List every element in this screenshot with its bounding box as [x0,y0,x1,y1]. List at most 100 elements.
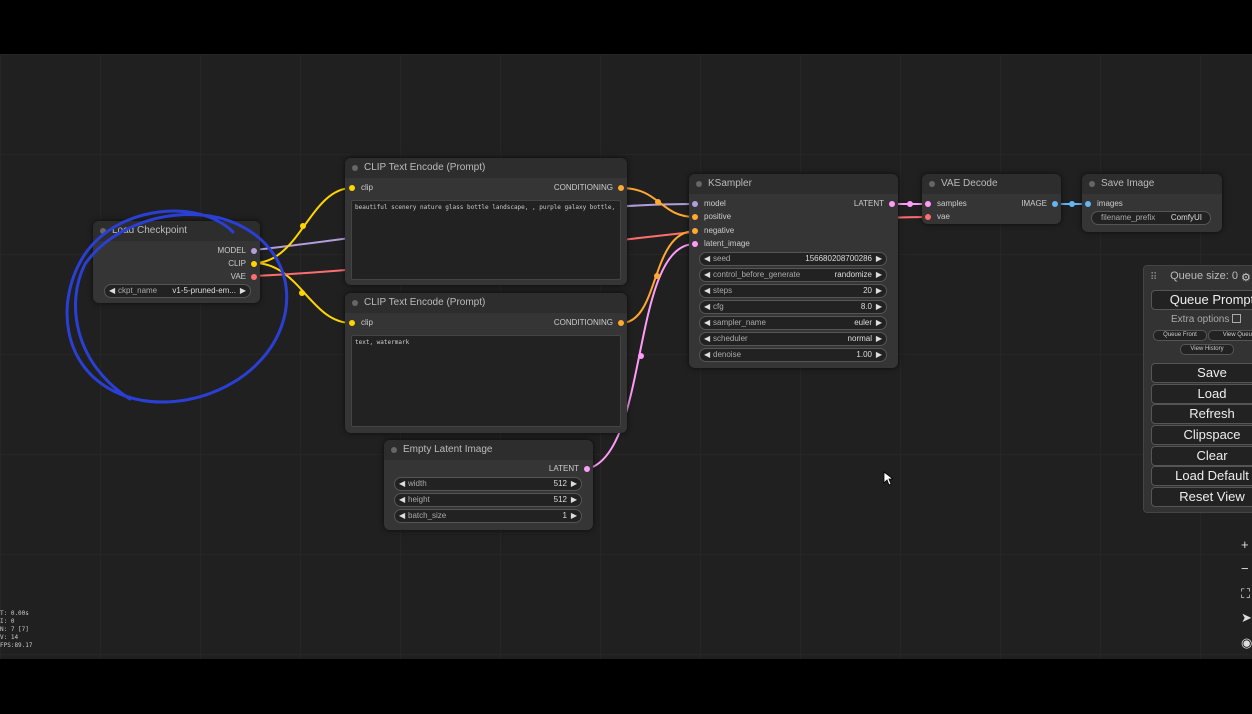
arrow-right-icon[interactable]: ▶ [876,285,882,297]
node-title[interactable]: CLIP Text Encode (Prompt) [345,293,627,313]
node-save-image[interactable]: Save Image images filename_prefix ComfyU… [1082,174,1222,232]
widget-width[interactable]: ◀ width 512 ▶ [394,477,582,491]
arrow-right-icon[interactable]: ▶ [571,510,577,522]
widget-sampler-name[interactable]: ◀ sampler_name euler ▶ [699,316,887,330]
arrow-left-icon[interactable]: ◀ [704,285,710,297]
load-button[interactable]: Load [1151,384,1252,404]
node-clip-text-encode-positive[interactable]: CLIP Text Encode (Prompt) clip CONDITION… [345,158,627,285]
output-image[interactable]: IMAGE [1021,198,1058,210]
widget-filename-prefix[interactable]: filename_prefix ComfyUI [1091,211,1211,225]
port-dot-icon[interactable] [618,320,624,326]
collapse-dot-icon[interactable] [1089,181,1095,187]
zoom-out-icon[interactable]: − [1241,561,1252,576]
widget-scheduler[interactable]: ◀ scheduler normal ▶ [699,332,887,346]
port-dot-icon[interactable] [1085,201,1091,207]
port-dot-icon[interactable] [692,228,698,234]
node-title[interactable]: Empty Latent Image [384,440,593,460]
node-vae-decode[interactable]: VAE Decode samples vae IMAGE [922,174,1061,224]
prompt-textarea[interactable]: beautiful scenery nature glass bottle la… [351,200,621,280]
arrow-right-icon[interactable]: ▶ [876,317,882,329]
zoom-in-icon[interactable]: + [1241,537,1252,552]
port-dot-icon[interactable] [618,185,624,191]
input-clip[interactable]: clip [349,317,373,329]
arrow-left-icon[interactable]: ◀ [399,494,405,506]
output-latent[interactable]: LATENT [854,198,895,210]
input-samples[interactable]: samples [925,198,967,210]
arrow-left-icon[interactable]: ◀ [704,301,710,313]
input-clip[interactable]: clip [349,182,373,194]
widget-cfg[interactable]: ◀ cfg 8.0 ▶ [699,300,887,314]
port-dot-icon[interactable] [1052,201,1058,207]
collapse-dot-icon[interactable] [352,300,358,306]
extra-options-checkbox[interactable] [1232,314,1242,323]
input-negative[interactable]: negative [692,225,734,237]
port-dot-icon[interactable] [925,201,931,207]
port-dot-icon[interactable] [349,185,355,191]
save-button[interactable]: Save [1151,363,1252,383]
visibility-icon[interactable]: ◉ [1241,635,1252,651]
input-latent-image[interactable]: latent_image [692,238,750,250]
widget-batch-size[interactable]: ◀ batch_size 1 ▶ [394,509,582,523]
link-midpoint[interactable] [654,273,660,279]
input-model[interactable]: model [692,198,726,210]
refresh-button[interactable]: Refresh [1151,404,1252,424]
node-empty-latent-image[interactable]: Empty Latent Image LATENT ◀ width 512 ▶ ◀ he… [384,440,593,530]
link-midpoint[interactable] [638,353,644,359]
port-dot-icon[interactable] [692,201,698,207]
link-midpoint[interactable] [300,223,306,229]
node-title[interactable]: VAE Decode [922,174,1061,194]
link-midpoint[interactable] [907,201,913,207]
link-midpoint[interactable] [1069,201,1075,207]
view-queue-button[interactable]: View Queue [1208,330,1252,341]
clear-button[interactable]: Clear [1151,446,1252,466]
arrow-left-icon[interactable]: ◀ [704,349,710,361]
node-title[interactable]: CLIP Text Encode (Prompt) [345,158,627,178]
arrow-left-icon[interactable]: ◀ [704,317,710,329]
arrow-left-icon[interactable]: ◀ [704,269,710,281]
arrow-left-icon[interactable]: ◀ [704,333,710,345]
arrow-right-icon[interactable]: ▶ [571,494,577,506]
arrow-right-icon[interactable]: ▶ [876,333,882,345]
node-title[interactable]: KSampler [689,174,898,194]
arrow-right-icon[interactable]: ▶ [571,478,577,490]
node-ksampler[interactable]: KSampler model positive negative latent_… [689,174,898,368]
node-graph-canvas[interactable]: Load Checkpoint MODEL CLIP VAE ◀ ckpt_na… [0,54,1252,659]
input-vae[interactable]: vae [925,211,950,223]
reset-view-button[interactable]: Reset View [1151,487,1252,507]
port-dot-icon[interactable] [349,320,355,326]
node-clip-text-encode-negative[interactable]: CLIP Text Encode (Prompt) clip CONDITION… [345,293,627,433]
widget-seed[interactable]: ◀ seed 156680208700286 ▶ [699,252,887,266]
collapse-dot-icon[interactable] [391,447,397,453]
input-positive[interactable]: positive [692,211,731,223]
port-dot-icon[interactable] [692,214,698,220]
view-history-button[interactable]: View History [1180,344,1234,355]
arrow-left-icon[interactable]: ◀ [399,478,405,490]
arrow-left-icon[interactable]: ◀ [399,510,405,522]
input-images[interactable]: images [1085,198,1123,210]
output-conditioning[interactable]: CONDITIONING [554,317,624,329]
output-conditioning[interactable]: CONDITIONING [554,182,624,194]
clipspace-button[interactable]: Clipspace [1151,425,1252,445]
arrow-right-icon[interactable]: ▶ [876,349,882,361]
arrow-right-icon[interactable]: ▶ [876,269,882,281]
link-midpoint[interactable] [655,199,661,205]
load-default-button[interactable]: Load Default [1151,466,1252,486]
widget-steps[interactable]: ◀ steps 20 ▶ [699,284,887,298]
output-latent[interactable]: LATENT [549,463,590,475]
fit-view-icon[interactable]: ⛶ [1241,586,1252,602]
extra-options[interactable]: Extra options [1171,314,1242,325]
widget-denoise[interactable]: ◀ denoise 1.00 ▶ [699,348,887,362]
collapse-dot-icon[interactable] [696,181,702,187]
port-dot-icon[interactable] [692,241,698,247]
port-dot-icon[interactable] [925,214,931,220]
collapse-dot-icon[interactable] [352,165,358,171]
widget-height[interactable]: ◀ height 512 ▶ [394,493,582,507]
widget-control-before-generate[interactable]: ◀ control_before_generate randomize ▶ [699,268,887,282]
port-dot-icon[interactable] [584,466,590,472]
queue-prompt-button[interactable]: Queue Prompt [1151,290,1252,310]
port-dot-icon[interactable] [889,201,895,207]
prompt-textarea[interactable]: text, watermark [351,335,621,427]
gear-icon[interactable]: ⚙ [1241,271,1251,284]
arrow-left-icon[interactable]: ◀ [704,253,710,265]
select-tool-icon[interactable]: ➤ [1241,610,1252,626]
